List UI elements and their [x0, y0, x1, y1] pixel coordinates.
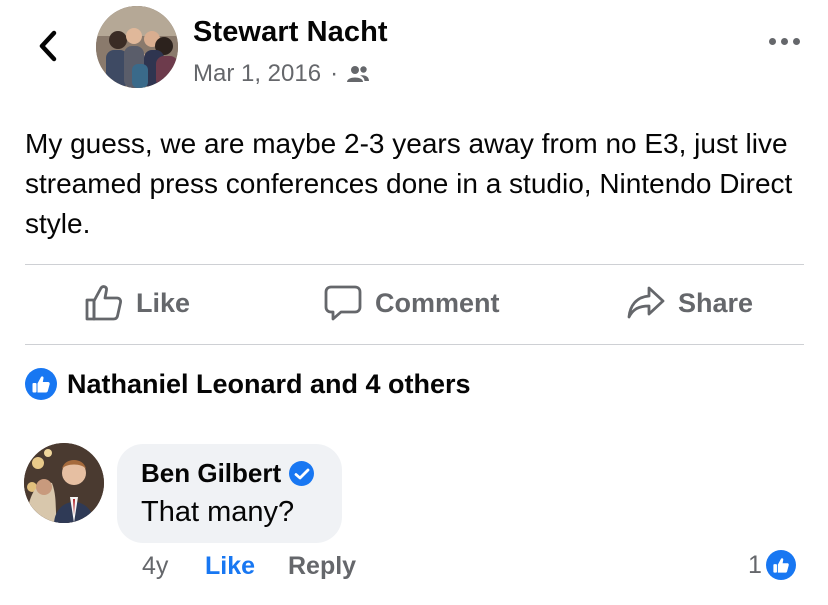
friends-icon	[347, 66, 370, 82]
thumbs-up-icon	[85, 285, 122, 321]
comment-time: 4y	[142, 552, 169, 580]
author-photo	[96, 6, 178, 88]
comment-label: Comment	[375, 287, 500, 318]
comment-like-button[interactable]: Like	[205, 552, 255, 581]
meta-separator: ·	[330, 60, 339, 87]
commenter-name-row: Ben Gilbert	[141, 458, 315, 489]
back-button[interactable]	[28, 26, 68, 66]
post-meta: Mar 1, 2016 ·	[193, 60, 370, 88]
comment-reply-button[interactable]: Reply	[288, 552, 356, 581]
comment-text: That many?	[141, 496, 295, 528]
share-icon	[627, 286, 665, 319]
divider-top	[25, 264, 804, 265]
more-options-icon[interactable]	[769, 38, 800, 45]
post-author-name[interactable]: Stewart Nacht	[193, 16, 388, 49]
like-button[interactable]: Like	[84, 284, 190, 322]
comment-reaction-count[interactable]: 1	[748, 550, 796, 580]
comment-button[interactable]: Comment	[323, 284, 500, 322]
comment-like-reaction-icon	[765, 550, 796, 580]
commenter-avatar[interactable]	[24, 443, 104, 523]
share-button[interactable]: Share	[626, 284, 753, 322]
comment-reaction-number: 1	[748, 550, 762, 579]
like-reaction-icon	[25, 368, 57, 400]
like-label: Like	[136, 287, 191, 318]
post-text: My guess, we are maybe 2-3 years away fr…	[25, 128, 793, 239]
commenter-name[interactable]: Ben Gilbert	[141, 458, 281, 489]
share-label: Share	[678, 287, 754, 318]
verified-badge-icon	[289, 461, 315, 486]
chevron-left-icon	[39, 30, 57, 62]
comment-bubble[interactable]: Ben Gilbert That many?	[117, 444, 342, 543]
author-avatar[interactable]	[96, 6, 178, 88]
post-date[interactable]: Mar 1, 2016	[193, 60, 321, 88]
comment-icon	[324, 285, 362, 321]
reactions-text: Nathaniel Leonard and 4 others	[67, 368, 471, 399]
divider-bottom	[25, 344, 804, 345]
reactions-summary[interactable]: Nathaniel Leonard and 4 others	[25, 368, 471, 400]
commenter-photo	[24, 443, 104, 523]
